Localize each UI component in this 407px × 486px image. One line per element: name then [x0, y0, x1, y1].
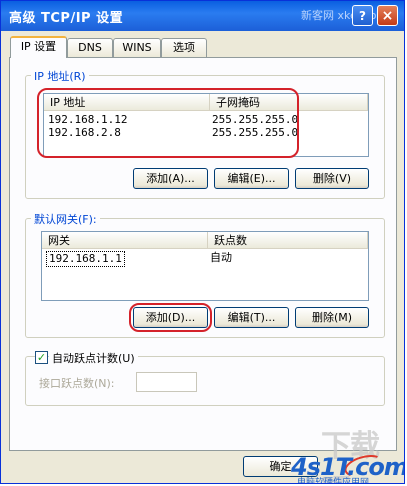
- column-subnet-mask[interactable]: 子网掩码: [210, 94, 368, 111]
- tab-ip-settings[interactable]: IP 设置: [10, 36, 67, 58]
- column-ip-address[interactable]: IP 地址: [44, 94, 210, 111]
- ip-address-list[interactable]: IP 地址 子网掩码 192.168.1.12 255.255.255.0 19…: [43, 93, 369, 157]
- watermark-logo-subtitle: 电脑软硬件应用网: [297, 478, 370, 484]
- interface-metric-input[interactable]: [136, 372, 197, 392]
- help-button[interactable]: ?: [352, 5, 373, 26]
- ip-edit-button[interactable]: 编辑(E)...: [214, 168, 289, 189]
- gateway-list[interactable]: 网关 跃点数 192.168.1.1 自动: [41, 231, 369, 301]
- auto-metric-checkbox[interactable]: ✓: [35, 351, 48, 364]
- gateway-list-header: 网关 跃点数: [42, 232, 368, 249]
- tab-options[interactable]: 选项: [161, 38, 207, 57]
- mask-cell: 255.255.255.0: [212, 126, 299, 139]
- gateway-edit-button[interactable]: 编辑(T)...: [214, 307, 289, 328]
- dialog-window: 高级 TCP/IP 设置 新客网 xker.com ? × IP 设置 DNS …: [0, 0, 405, 484]
- ip-cell: 192.168.2.8: [48, 126, 121, 139]
- close-button[interactable]: ×: [377, 5, 398, 26]
- window-title: 高级 TCP/IP 设置: [9, 11, 124, 26]
- ip-add-button[interactable]: 添加(A)...: [133, 168, 208, 189]
- ip-address-group-label: IP 地址(R): [31, 68, 89, 84]
- column-metric[interactable]: 跃点数: [208, 232, 368, 249]
- tab-wins[interactable]: WINS: [113, 38, 161, 57]
- gateway-group-label: 默认网关(F):: [31, 211, 100, 227]
- gateway-delete-button[interactable]: 删除(M): [295, 307, 369, 328]
- gateway-add-button[interactable]: 添加(D)...: [133, 307, 208, 328]
- ip-list-header: IP 地址 子网掩码: [44, 94, 368, 111]
- mask-cell: 255.255.255.0: [212, 113, 299, 126]
- metric-cell: 自动: [210, 251, 232, 264]
- column-gateway[interactable]: 网关: [42, 232, 208, 249]
- title-bar[interactable]: 高级 TCP/IP 设置 新客网 xker.com ? ×: [1, 1, 404, 31]
- auto-metric-label: 自动跃点计数(U): [49, 350, 138, 366]
- gateway-cell: 192.168.1.1: [46, 251, 125, 267]
- tab-dns[interactable]: DNS: [67, 38, 113, 57]
- ip-delete-button[interactable]: 删除(V): [295, 168, 369, 189]
- interface-metric-label: 接口跃点数(N):: [39, 377, 115, 390]
- watermark-text: 新客网 xker.com: [301, 9, 388, 22]
- ip-cell: 192.168.1.12: [48, 113, 128, 126]
